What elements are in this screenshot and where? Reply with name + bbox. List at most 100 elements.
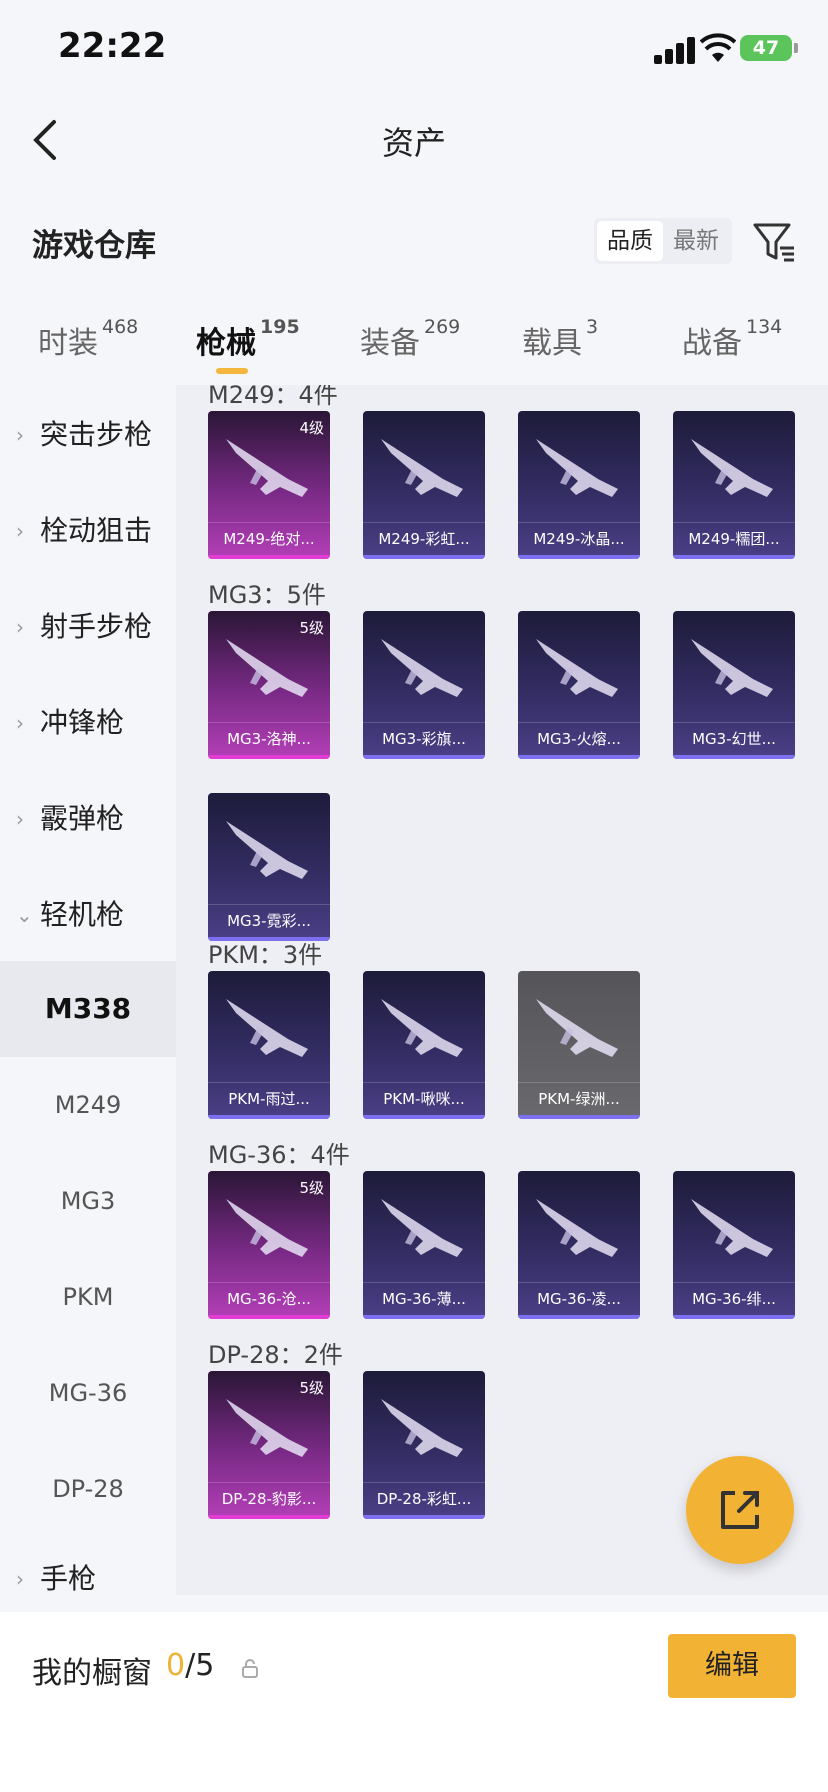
item-name: MG-36-绯...	[692, 1290, 776, 1308]
group-title: M249：4件	[208, 385, 338, 409]
item-name: MG3-幻世...	[692, 730, 776, 748]
rarity-bar	[518, 555, 640, 559]
rarity-bar	[208, 1315, 330, 1319]
rarity-bar	[208, 555, 330, 559]
level-badge: 5级	[299, 1379, 324, 1397]
rarity-bar	[363, 1515, 485, 1519]
item-card[interactable]: MG3-霓彩...	[208, 793, 330, 941]
rarity-bar	[673, 1315, 795, 1319]
item-card[interactable]: PKM-啾咪...	[363, 971, 485, 1119]
gun-icon	[691, 439, 773, 497]
active-tab-indicator	[216, 368, 248, 374]
cellular-signal-icon	[652, 36, 700, 64]
gun-icon	[226, 999, 308, 1057]
gun-icon	[226, 821, 308, 879]
gun-icon	[536, 999, 618, 1057]
sidebar-item-shotgun[interactable]: › 霰弹枪	[0, 769, 176, 865]
sidebar: › 突击步枪 › 栓动狙击 › 射手步枪 › 冲锋枪 › 霰弹枪 ⌄ 轻机枪 M338 M2…	[0, 385, 176, 1595]
sort-newest-button[interactable]: 最新	[663, 221, 729, 261]
item-card[interactable]: DP-28-彩虹...	[363, 1371, 485, 1519]
group-title: MG-36：4件	[208, 1141, 350, 1169]
sidebar-item-assault-rifle[interactable]: › 突击步枪	[0, 385, 176, 481]
sidebar-subitem-mg3[interactable]: MG3	[0, 1153, 176, 1249]
rarity-bar	[363, 555, 485, 559]
item-card[interactable]: M249-冰晶...	[518, 411, 640, 559]
item-name: M249-绝对...	[223, 530, 315, 548]
item-card[interactable]: 4级 M249-绝对...	[208, 411, 330, 559]
gun-icon	[381, 1399, 463, 1457]
rarity-bar	[208, 1115, 330, 1119]
rarity-bar	[673, 555, 795, 559]
gun-icon	[226, 1199, 308, 1257]
chevron-right-icon: ›	[16, 807, 24, 831]
rarity-bar	[518, 1315, 640, 1319]
sidebar-item-marksman-rifle[interactable]: › 射手步枪	[0, 577, 176, 673]
tab-fashion[interactable]: 时装 468	[38, 316, 138, 362]
status-time: 22:22	[58, 26, 167, 66]
sidebar-subitem-mg36[interactable]: MG-36	[0, 1345, 176, 1441]
rarity-bar	[208, 1515, 330, 1519]
gun-icon	[536, 639, 618, 697]
edit-button[interactable]: 编辑	[668, 1634, 796, 1698]
tab-supplies[interactable]: 战备 134	[682, 316, 782, 362]
tab-vehicles[interactable]: 载具 3	[522, 316, 598, 362]
status-bar: 22:22 47	[0, 0, 828, 100]
rarity-bar	[518, 1115, 640, 1119]
battery-icon: 47	[740, 35, 798, 61]
item-name: MG3-彩旗...	[382, 730, 466, 748]
tab-firearms[interactable]: 枪械 195	[196, 316, 300, 362]
item-card[interactable]: M249-彩虹...	[363, 411, 485, 559]
rarity-bar	[363, 755, 485, 759]
item-name: DP-28-豹影...	[221, 1490, 317, 1508]
gun-icon	[381, 639, 463, 697]
item-name: MG3-火熔...	[537, 730, 621, 748]
sidebar-item-pistol[interactable]: › 手枪	[0, 1529, 176, 1625]
gun-icon	[381, 1199, 463, 1257]
item-name: MG3-洛神...	[227, 730, 311, 748]
item-card[interactable]: M249-糯团...	[673, 411, 795, 559]
showcase-bar: 我的橱窗 0/5 编辑	[0, 1612, 828, 1792]
sidebar-item-bolt-sniper[interactable]: › 栓动狙击	[0, 481, 176, 577]
sort-quality-button[interactable]: 品质	[597, 221, 663, 261]
sidebar-subitem-dp28[interactable]: DP-28	[0, 1441, 176, 1537]
sidebar-subitem-m249[interactable]: M249	[0, 1057, 176, 1153]
item-card[interactable]: MG3-彩旗...	[363, 611, 485, 759]
gun-icon	[226, 1399, 308, 1457]
item-card[interactable]: 5级 DP-28-豹影...	[208, 1371, 330, 1519]
showcase-label: 我的橱窗	[32, 1656, 152, 1691]
sidebar-subitem-pkm[interactable]: PKM	[0, 1249, 176, 1345]
item-card[interactable]: 5级 MG-36-沧...	[208, 1171, 330, 1319]
chevron-down-icon: ⌄	[16, 903, 33, 927]
rarity-bar	[363, 1315, 485, 1319]
tab-equipment[interactable]: 装备 269	[360, 316, 460, 362]
section-title: 游戏仓库	[32, 228, 156, 264]
share-button[interactable]	[686, 1456, 794, 1564]
wifi-icon	[700, 33, 736, 62]
item-card[interactable]: MG-36-凌...	[518, 1171, 640, 1319]
showcase-count: 0/5	[166, 1648, 215, 1683]
section-header: 游戏仓库 品质 最新	[0, 200, 828, 280]
group-title: PKM：3件	[208, 941, 323, 969]
page-title: 资产	[381, 124, 446, 162]
item-card[interactable]: MG3-火熔...	[518, 611, 640, 759]
filter-icon[interactable]	[752, 220, 796, 264]
sidebar-subitem-m338[interactable]: M338	[0, 961, 176, 1057]
item-card[interactable]: 5级 MG3-洛神...	[208, 611, 330, 759]
item-card[interactable]: MG3-幻世...	[673, 611, 795, 759]
item-name: M249-糯团...	[688, 530, 780, 548]
item-name: MG-36-薄...	[382, 1290, 466, 1308]
group-title: MG3：5件	[208, 581, 326, 609]
sidebar-item-lmg[interactable]: ⌄ 轻机枪	[0, 865, 176, 961]
item-card[interactable]: PKM-绿洲...	[518, 971, 640, 1119]
rarity-bar	[518, 755, 640, 759]
group-title: DP-28：2件	[208, 1341, 343, 1369]
item-card[interactable]: MG-36-绯...	[673, 1171, 795, 1319]
gun-icon	[226, 439, 308, 497]
item-card[interactable]: PKM-雨过...	[208, 971, 330, 1119]
item-card[interactable]: MG-36-薄...	[363, 1171, 485, 1319]
item-name: M249-冰晶...	[533, 530, 625, 548]
sidebar-item-smg[interactable]: › 冲锋枪	[0, 673, 176, 769]
chevron-right-icon: ›	[16, 423, 24, 447]
lock-icon	[242, 1659, 258, 1678]
item-name: DP-28-彩虹...	[376, 1490, 472, 1508]
